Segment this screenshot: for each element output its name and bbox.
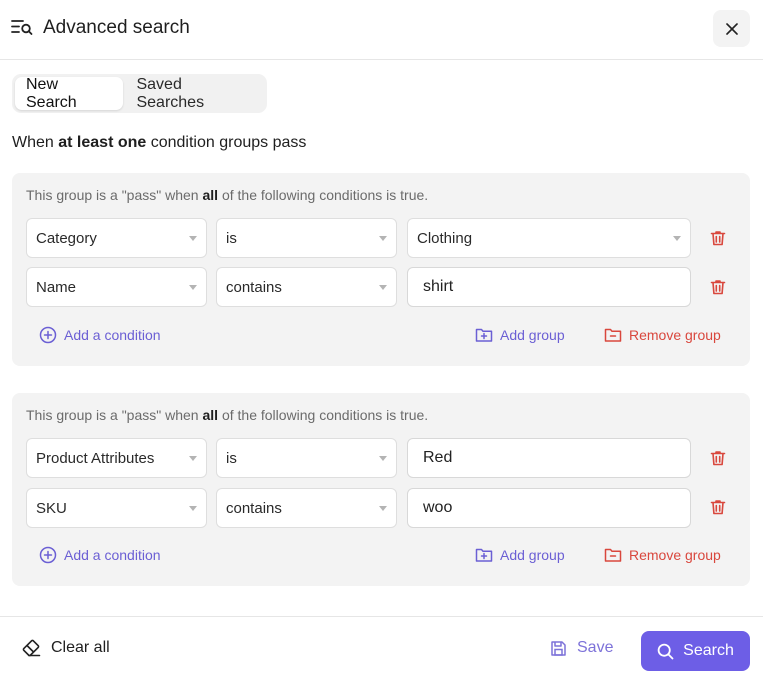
plus-circle-icon bbox=[39, 546, 57, 564]
remove-group-button[interactable]: Remove group bbox=[604, 320, 721, 350]
remove-group-label: Remove group bbox=[629, 327, 721, 343]
condition-field-select[interactable]: Category bbox=[26, 218, 207, 258]
eraser-icon bbox=[22, 639, 41, 657]
add-condition-button[interactable]: Add a condition bbox=[39, 540, 161, 570]
condition-operator-select[interactable]: contains bbox=[216, 488, 397, 528]
condition-group: This group is a "pass" when all of the f… bbox=[12, 173, 750, 366]
chevron-down-icon bbox=[379, 506, 387, 511]
folder-plus-icon bbox=[475, 328, 493, 342]
condition-field-select[interactable]: Product Attributes bbox=[26, 438, 207, 478]
condition-operator-select[interactable]: contains bbox=[216, 267, 397, 307]
condition-value-input[interactable]: woo bbox=[407, 488, 691, 528]
group-desc-prefix: This group is a "pass" when bbox=[26, 407, 199, 423]
folder-plus-icon bbox=[475, 548, 493, 562]
condition-value: woo bbox=[423, 499, 453, 516]
chevron-down-icon bbox=[379, 236, 387, 241]
group-desc-prefix: This group is a "pass" when bbox=[26, 187, 199, 203]
condition-group: This group is a "pass" when all of the f… bbox=[12, 393, 750, 586]
rule-suffix: condition groups pass bbox=[150, 134, 307, 151]
save-icon bbox=[551, 640, 566, 656]
search-icon bbox=[657, 643, 674, 659]
condition-field-value: SKU bbox=[36, 499, 67, 517]
folder-minus-icon bbox=[604, 548, 622, 562]
condition-operator-select[interactable]: is bbox=[216, 438, 397, 478]
group-match-rule: When at least one condition groups pass bbox=[12, 134, 306, 152]
condition-value-input[interactable]: Red bbox=[407, 438, 691, 478]
chevron-down-icon bbox=[189, 456, 197, 461]
advanced-search-panel: Advanced search New Search Saved Searche… bbox=[0, 0, 763, 676]
add-condition-label: Add a condition bbox=[64, 327, 161, 343]
search-tabs: New Search Saved Searches bbox=[12, 74, 267, 113]
chevron-down-icon bbox=[189, 236, 197, 241]
tab-saved-searches[interactable]: Saved Searches bbox=[125, 76, 264, 111]
rule-prefix: When bbox=[12, 134, 54, 151]
tab-new-search[interactable]: New Search bbox=[15, 76, 124, 111]
condition-value: Red bbox=[423, 449, 453, 466]
chevron-down-icon bbox=[189, 285, 197, 290]
group-description: This group is a "pass" when all of the f… bbox=[26, 407, 428, 423]
save-label: Save bbox=[577, 639, 614, 656]
group-description: This group is a "pass" when all of the f… bbox=[26, 187, 428, 203]
panel-footer: Clear all Save Search bbox=[0, 616, 763, 676]
chevron-down-icon bbox=[189, 506, 197, 511]
condition-field-select[interactable]: Name bbox=[26, 267, 207, 307]
clear-all-button[interactable]: Clear all bbox=[22, 639, 110, 657]
folder-minus-icon bbox=[604, 328, 622, 342]
close-icon bbox=[725, 22, 738, 35]
trash-icon[interactable] bbox=[709, 229, 727, 247]
trash-icon[interactable] bbox=[709, 498, 727, 516]
add-group-button[interactable]: Add group bbox=[475, 320, 565, 350]
condition-operator-value: is bbox=[226, 449, 237, 467]
group-desc-suffix: of the following conditions is true. bbox=[221, 187, 429, 203]
condition-operator-value: contains bbox=[226, 278, 282, 296]
rule-emphasis: at least one bbox=[58, 134, 147, 151]
save-button[interactable]: Save bbox=[550, 639, 613, 657]
remove-group-button[interactable]: Remove group bbox=[604, 540, 721, 570]
search-button[interactable]: Search bbox=[641, 631, 750, 671]
plus-circle-icon bbox=[39, 326, 57, 344]
condition-value: Clothing bbox=[417, 229, 473, 247]
condition-operator-value: contains bbox=[226, 499, 282, 517]
add-condition-button[interactable]: Add a condition bbox=[39, 320, 161, 350]
condition-operator-value: is bbox=[226, 229, 237, 247]
condition-value: shirt bbox=[423, 278, 454, 295]
condition-value-select[interactable]: Clothing bbox=[407, 218, 691, 258]
group-desc-emphasis: all bbox=[202, 407, 219, 423]
condition-operator-select[interactable]: is bbox=[216, 218, 397, 258]
group-desc-emphasis: all bbox=[202, 187, 219, 203]
group-desc-suffix: of the following conditions is true. bbox=[221, 407, 429, 423]
condition-value-input[interactable]: shirt bbox=[407, 267, 691, 307]
chevron-down-icon bbox=[379, 285, 387, 290]
add-group-label: Add group bbox=[500, 327, 565, 343]
page-title: Advanced search bbox=[43, 17, 190, 38]
close-button[interactable] bbox=[713, 10, 750, 47]
trash-icon[interactable] bbox=[709, 449, 727, 467]
chevron-down-icon bbox=[379, 456, 387, 461]
clear-all-label: Clear all bbox=[51, 639, 110, 656]
add-condition-label: Add a condition bbox=[64, 547, 161, 563]
trash-icon[interactable] bbox=[709, 278, 727, 296]
filter-search-icon bbox=[11, 18, 33, 36]
remove-group-label: Remove group bbox=[629, 547, 721, 563]
condition-field-select[interactable]: SKU bbox=[26, 488, 207, 528]
condition-field-value: Category bbox=[36, 229, 97, 247]
condition-field-value: Product Attributes bbox=[36, 449, 155, 467]
chevron-down-icon bbox=[673, 236, 681, 241]
condition-field-value: Name bbox=[36, 278, 77, 296]
panel-header: Advanced search bbox=[0, 0, 763, 60]
search-label: Search bbox=[683, 642, 734, 659]
add-group-label: Add group bbox=[500, 547, 565, 563]
add-group-button[interactable]: Add group bbox=[475, 540, 565, 570]
